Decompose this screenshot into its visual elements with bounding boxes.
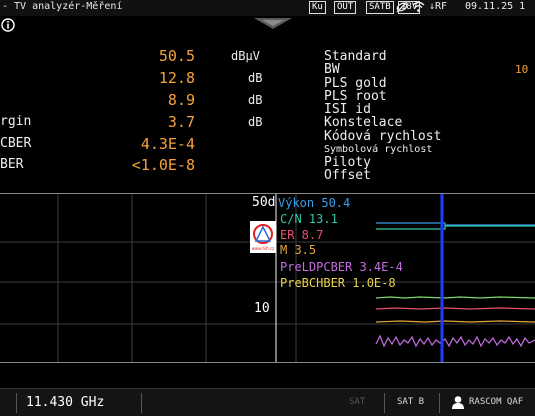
datetime: 09.11.25 1 xyxy=(465,1,526,12)
measurement-value: 12.8 xyxy=(158,69,195,87)
measurement-unit: dB xyxy=(248,115,263,129)
collapse-arrow-icon[interactable] xyxy=(252,16,294,30)
measurement-unit: dB xyxy=(248,93,263,107)
parameter-label: Kódová rychlost xyxy=(324,129,442,144)
measurement-row: 50.5 xyxy=(0,47,195,65)
measurement-row: 8.9 xyxy=(0,91,195,109)
transponder-label[interactable]: RASCOM QAF xyxy=(469,397,523,407)
graph-grid xyxy=(0,194,535,362)
trace-power xyxy=(376,222,535,226)
svg-text:www.hifi.cz: www.hifi.cz xyxy=(252,246,274,251)
app-title: - TV analyzér-Měření xyxy=(2,1,123,12)
measurement-row: 12.8 xyxy=(0,69,195,87)
measurement-value: <1.0E-8 xyxy=(131,156,195,174)
graph-canvas: 50d 10 xyxy=(0,194,535,362)
parameter-label: Konstelace xyxy=(324,115,403,130)
y-axis-label: 10 xyxy=(254,301,270,316)
trace-mer-green xyxy=(375,296,535,299)
trace-preldpcber xyxy=(375,334,535,348)
measurement-label: BER xyxy=(0,157,24,172)
overlay-mer: ER 8.7 xyxy=(280,228,324,242)
divider xyxy=(439,393,440,413)
sat-input-tag: SATB xyxy=(366,1,394,14)
sat-input-label[interactable]: SAT B xyxy=(397,397,424,407)
signal-history-graph: 50d 10 Výkon 50.4 C/N 13.1 ER 8.7 M 3.5 … xyxy=(0,193,535,363)
lnb-voltage-tag: 18V xyxy=(398,1,421,14)
overlay-margin: M 3.5 xyxy=(280,243,317,257)
divider xyxy=(141,393,142,413)
trace-mer xyxy=(375,307,535,310)
divider xyxy=(384,393,385,413)
info-icon[interactable] xyxy=(1,18,15,32)
overlay-preldpcber: PreLDPCBER 3.4E-4 xyxy=(280,260,403,274)
overlay-power: Výkon 50.4 xyxy=(278,196,351,210)
measurement-row: BER <1.0E-8 xyxy=(0,156,195,174)
status-bar: - TV analyzér-Měření Ku OUT SATB 18V ↓RF… xyxy=(0,0,535,16)
overlay-cn: C/N 13.1 xyxy=(280,212,338,226)
measurement-unit: dBµV xyxy=(231,49,260,63)
measurement-value: 8.9 xyxy=(167,91,195,109)
bottom-bar: 11.430 GHz SAT SAT B RASCOM QAF xyxy=(0,388,535,416)
overlay-prebchber: PreBCHBER 1.0E-8 xyxy=(280,276,396,290)
output-tag: OUT xyxy=(334,1,357,14)
measurement-value: 50.5 xyxy=(158,47,195,65)
measurement-label: CBER xyxy=(0,136,32,151)
divider xyxy=(16,393,17,413)
sat-watermark: SAT xyxy=(349,397,366,407)
trace-margin xyxy=(375,320,535,323)
measurement-value: 4.3E-4 xyxy=(140,135,195,153)
frequency-display[interactable]: 11.430 GHz xyxy=(26,395,104,410)
parameter-value: 10 xyxy=(515,63,529,76)
measurement-label: rgin xyxy=(0,114,32,129)
parameter-label: Offset xyxy=(324,168,371,183)
measurement-value: 3.7 xyxy=(167,113,195,131)
parameter-label: BW xyxy=(324,62,340,77)
parameter-label: Symbolová rychlost xyxy=(324,144,433,155)
user-icon xyxy=(452,396,464,409)
band-tag: Ku xyxy=(309,1,326,14)
watermark-logo: www.hifi.cz xyxy=(250,221,276,253)
trace-cn xyxy=(376,225,535,230)
rf-label: ↓RF xyxy=(429,1,448,12)
measurement-unit: dB xyxy=(248,71,263,85)
measurement-row: rgin 3.7 xyxy=(0,113,195,131)
measurement-row: CBER 4.3E-4 xyxy=(0,135,195,153)
y-axis-label: 50d xyxy=(252,195,275,210)
